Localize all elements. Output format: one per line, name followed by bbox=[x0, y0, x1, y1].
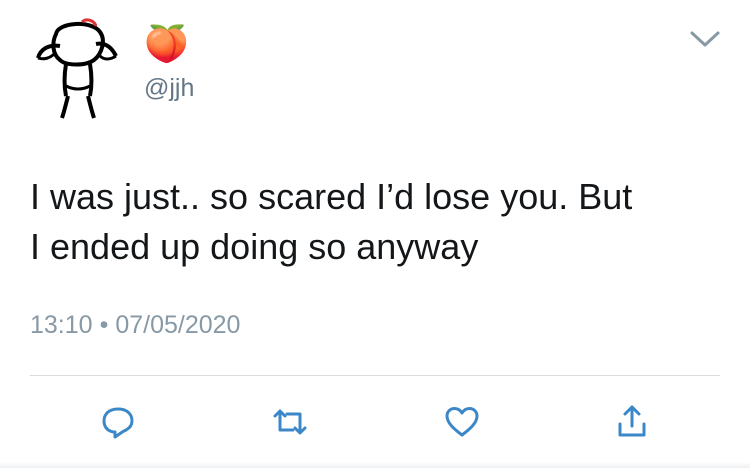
meta-separator: • bbox=[99, 311, 109, 339]
avatar[interactable] bbox=[30, 14, 124, 120]
tweet-time: 13:10 bbox=[30, 311, 93, 339]
share-icon bbox=[618, 405, 646, 437]
divider bbox=[30, 375, 720, 376]
tweet-date: 07/05/2020 bbox=[115, 311, 241, 339]
like-button[interactable] bbox=[442, 402, 482, 442]
avatar-drawing bbox=[36, 18, 118, 119]
user-handle[interactable]: @jjh bbox=[144, 73, 194, 103]
retweet-button[interactable] bbox=[270, 402, 310, 442]
bottom-edge bbox=[0, 462, 750, 468]
retweet-icon bbox=[273, 409, 307, 435]
share-button[interactable] bbox=[612, 402, 652, 442]
chevron-down-icon[interactable] bbox=[688, 28, 722, 50]
reply-icon bbox=[102, 407, 134, 439]
tweet-text: I was just.. so scared I’d lose you. But… bbox=[30, 176, 633, 267]
display-name[interactable]: 🍑 bbox=[144, 22, 189, 66]
heart-icon bbox=[445, 407, 479, 437]
reply-button[interactable] bbox=[98, 402, 138, 442]
tweet-timestamp[interactable]: 13:10 • 07/05/2020 bbox=[30, 308, 240, 342]
